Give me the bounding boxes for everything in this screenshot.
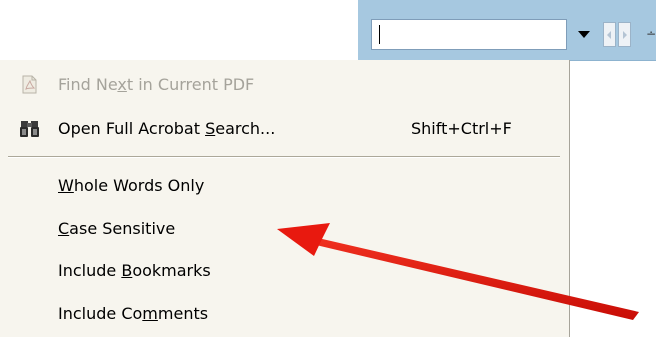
previous-result-button[interactable]	[603, 22, 616, 47]
find-pdf-icon	[22, 75, 37, 94]
menu-separator	[8, 156, 560, 158]
page-background	[0, 0, 358, 60]
menu-item-label: Include Bookmarks	[58, 261, 211, 280]
menu-item-label: Open Full Acrobat Search...	[58, 119, 276, 138]
menu-item-include-bookmarks[interactable]: Include Bookmarks	[0, 251, 568, 289]
menu-item-find-next[interactable]: Find Next in Current PDF	[0, 65, 568, 103]
menu-item-label: Include Comments	[58, 304, 209, 323]
search-options-dropdown-icon[interactable]	[578, 31, 590, 38]
menu-item-case-sensitive[interactable]: Case Sensitive	[0, 209, 568, 247]
chevron-left-icon	[607, 31, 611, 39]
menu-item-include-comments[interactable]: Include Comments	[0, 294, 568, 332]
search-input[interactable]	[371, 19, 567, 50]
next-result-button[interactable]	[618, 22, 631, 47]
menu-item-label: Find Next in Current PDF	[58, 75, 255, 94]
menu-item-label: Case Sensitive	[58, 219, 176, 238]
keyboard-shortcut: Shift+Ctrl+F	[411, 119, 512, 138]
menu-item-label: Whole Words Only	[58, 176, 205, 195]
menu-item-open-full-search[interactable]: Open Full Acrobat Search... Shift+Ctrl+F	[0, 109, 568, 147]
text-caret	[379, 25, 380, 44]
binoculars-icon	[20, 121, 39, 137]
toolbar-edge-glyph: ∸	[646, 27, 656, 41]
search-options-menu: Find Next in Current PDF Open Full Acrob…	[0, 60, 570, 337]
menu-item-whole-words-only[interactable]: Whole Words Only	[0, 166, 568, 204]
chevron-right-icon	[623, 31, 627, 39]
